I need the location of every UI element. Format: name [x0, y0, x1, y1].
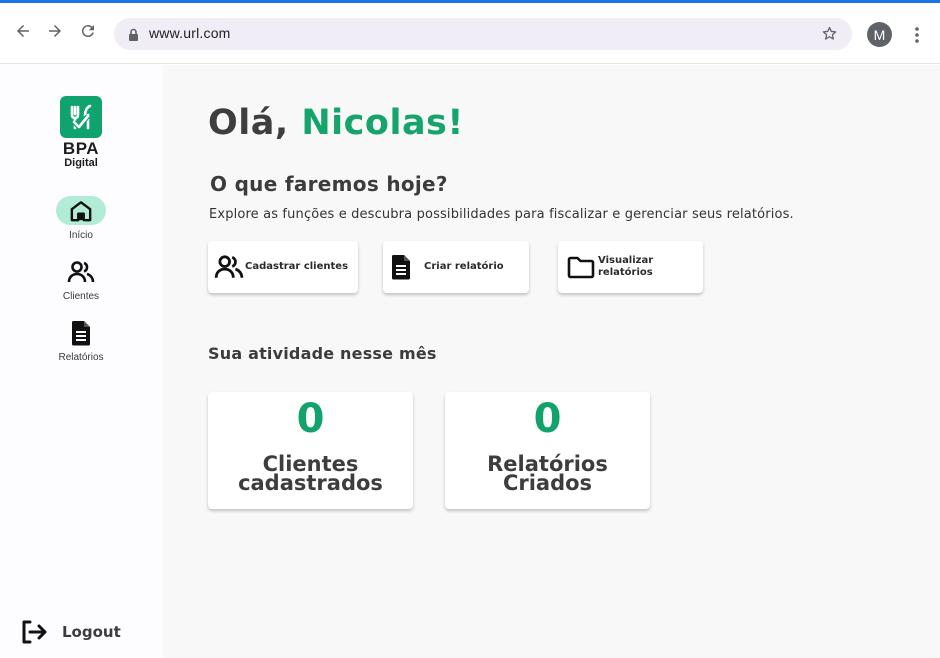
home-icon: [56, 196, 106, 225]
stat-card-clients: 0 Clientes cadastrados: [208, 392, 413, 509]
url-text[interactable]: www.url.com: [149, 25, 231, 41]
sidebar-item-label: Relatórios: [58, 352, 104, 363]
reload-button[interactable]: [77, 20, 99, 42]
activity-title: Sua atividade nesse mês: [208, 344, 437, 363]
logo-line-1: BPA: [62, 139, 100, 158]
action-label: Cadastrar clientes: [245, 261, 349, 272]
logout-button[interactable]: Logout: [20, 619, 121, 645]
kebab-menu-icon[interactable]: [909, 24, 925, 46]
logo-wordmark: BPA Digital: [50, 139, 112, 169]
greeting-prefix: Olá,: [208, 103, 302, 143]
address-bar[interactable]: www.url.com: [114, 18, 852, 50]
folder-icon: [567, 256, 595, 279]
sidebar-item-label: Clientes: [62, 291, 100, 302]
profile-avatar[interactable]: M: [867, 22, 892, 47]
stat-label: Relatórios Criados: [487, 452, 608, 495]
page-title: Olá, Nicolas!: [208, 103, 464, 143]
sidebar: BPA Digital Início Clientes Relatórios L…: [0, 65, 163, 658]
reload-icon: [81, 25, 94, 38]
stat-value: 0: [296, 396, 325, 442]
stat-label: Clientes cadastrados: [238, 452, 383, 495]
stat-value: 0: [533, 396, 562, 442]
sidebar-item-label: Início: [69, 230, 93, 241]
back-button[interactable]: [12, 20, 34, 42]
arrow-left-icon: [17, 25, 29, 37]
logout-icon: [22, 620, 47, 644]
action-label: Visualizar relatórios: [598, 255, 654, 278]
logo-line-2: Digital: [64, 157, 98, 169]
user-name: Nicolas!: [301, 103, 464, 143]
view-reports-button[interactable]: Visualizar relatórios: [558, 241, 703, 293]
sidebar-item-relatorios[interactable]: Relatórios: [40, 318, 122, 363]
app-logo[interactable]: [60, 96, 102, 138]
lock-icon: [128, 27, 139, 46]
stat-card-reports: 0 Relatórios Criados: [445, 392, 650, 509]
section-subtitle: O que faremos hoje?: [210, 172, 448, 196]
add-clients-button[interactable]: Cadastrar clientes: [208, 241, 358, 293]
arrow-right-icon: [49, 25, 61, 37]
forward-button[interactable]: [44, 20, 66, 42]
document-icon: [40, 318, 122, 347]
logout-label: Logout: [62, 623, 121, 641]
action-label: Criar relatório: [424, 261, 504, 272]
document-icon: [391, 255, 410, 280]
users-icon: [214, 255, 244, 278]
main-content: Olá, Nicolas! O que faremos hoje? Explor…: [163, 65, 940, 658]
bookmark-star-icon[interactable]: [821, 25, 838, 46]
page-description: Explore as funções e descubra possibilid…: [209, 207, 794, 222]
fork-knife-check-icon: [70, 104, 92, 131]
sidebar-item-inicio[interactable]: Início: [40, 196, 122, 241]
create-report-button[interactable]: Criar relatório: [383, 241, 529, 293]
browser-toolbar: www.url.com M: [0, 3, 940, 64]
sidebar-item-clientes[interactable]: Clientes: [40, 257, 122, 302]
users-icon: [40, 257, 122, 286]
